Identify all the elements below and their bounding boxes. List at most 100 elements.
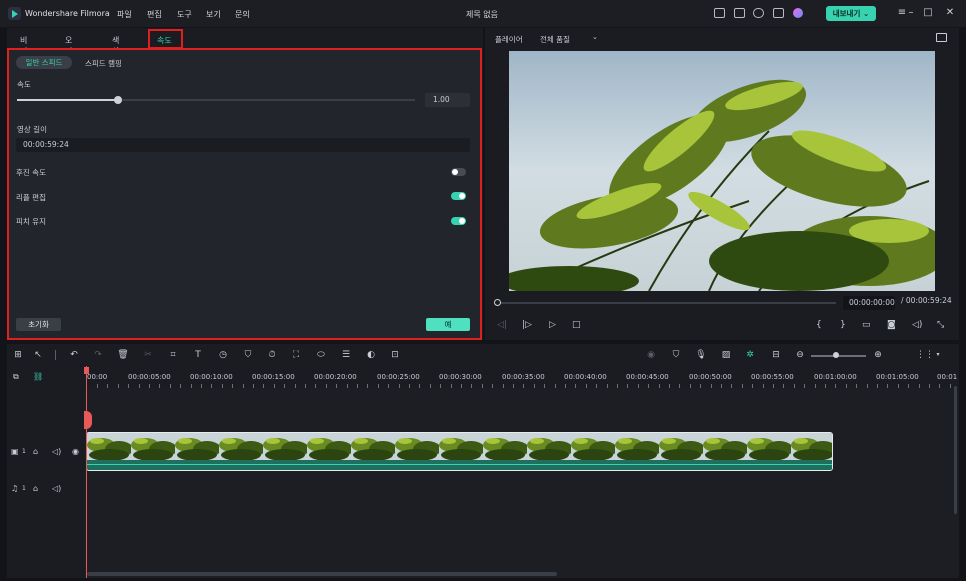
speed-icon[interactable]: ◷ [217, 349, 229, 361]
scrubber-handle[interactable] [494, 299, 501, 306]
play-icon[interactable]: ▷ [549, 320, 556, 330]
reverse-speed-label: 후진 속도 [16, 168, 46, 177]
snap-icon[interactable]: ✲ [744, 349, 756, 361]
ripple-edit-toggle[interactable] [451, 192, 466, 200]
zoom-slider-handle[interactable] [833, 352, 839, 358]
menu-file[interactable]: 파일 [117, 9, 132, 20]
crop-icon[interactable]: ⌗ [167, 349, 179, 361]
ruler-tick [325, 384, 327, 388]
ruler-tick [273, 384, 275, 388]
folder-icon[interactable]: ⌂ [33, 447, 38, 456]
zoom-out-icon[interactable]: ⊖ [794, 349, 806, 361]
ruler-tick [138, 384, 140, 388]
tab-speed[interactable]: 속도 [148, 29, 183, 49]
speed-slider-handle[interactable] [114, 96, 122, 104]
adjust-icon[interactable]: ☰ [340, 349, 352, 361]
ruler-tick [107, 384, 109, 388]
maximize-button[interactable]: □ [922, 7, 934, 19]
delete-icon[interactable]: 🗑 [117, 349, 129, 361]
playback-scrubber[interactable] [497, 302, 836, 304]
ruler-tick [575, 384, 577, 388]
mark-out-icon[interactable]: } [840, 320, 846, 330]
fit-icon[interactable]: ⛶ [290, 349, 302, 361]
cloud-icon[interactable] [753, 8, 764, 18]
speed-value-input[interactable]: 1.00 [425, 93, 470, 107]
cut-icon[interactable]: ✂ [142, 349, 154, 361]
grid-icon[interactable] [773, 8, 784, 18]
ruler-tick [752, 384, 754, 388]
camera-icon[interactable]: ◙ [887, 320, 896, 330]
layout-grid-icon[interactable]: ⊞ [12, 349, 24, 361]
ruler-tick [700, 384, 702, 388]
video-track-icon: ▣ [11, 447, 19, 456]
render-icon[interactable]: ◉ [645, 349, 657, 361]
speaker-icon[interactable]: ◁) [52, 447, 61, 456]
playhead[interactable] [86, 366, 87, 578]
volume-icon[interactable]: ◁) [912, 320, 922, 330]
folder-icon[interactable]: ⌂ [33, 484, 38, 493]
ruler-label: 00:01:00:00 [814, 373, 857, 381]
add-track-icon[interactable]: ⧉ [13, 372, 19, 382]
speed-panel [7, 48, 482, 340]
save-icon[interactable] [734, 8, 745, 18]
vertical-scrollbar[interactable] [954, 386, 957, 514]
select-icon[interactable]: ↖ [32, 349, 44, 361]
keep-pitch-toggle[interactable] [451, 217, 466, 225]
snapshot-icon[interactable] [936, 33, 947, 42]
quality-dropdown[interactable]: 전체 품질 [540, 34, 570, 45]
reset-button[interactable]: 초기화 [16, 318, 61, 331]
normal-speed-tab[interactable]: 일반 스피드 [16, 56, 72, 69]
layout-icon[interactable] [714, 8, 725, 18]
timer-icon[interactable]: ⏱ [266, 349, 278, 361]
stop-icon[interactable]: □ [572, 320, 581, 330]
text-icon[interactable]: T [192, 349, 204, 361]
shield-icon[interactable]: ⛉ [670, 349, 682, 361]
split-icon[interactable]: ⊟ [770, 349, 782, 361]
mark-in-icon[interactable]: { [816, 320, 822, 330]
zoom-in-icon[interactable]: ⊕ [872, 349, 884, 361]
ruler-tick [513, 384, 514, 388]
more-options-icon[interactable]: ⋮⋮ [916, 349, 934, 361]
mic-icon[interactable]: 🎙 [695, 349, 707, 361]
menu-help[interactable]: 문의 [235, 9, 250, 20]
close-button[interactable]: ✕ [944, 7, 956, 19]
menu-view[interactable]: 보기 [206, 9, 221, 20]
chevron-down-icon[interactable]: ⌄ [592, 33, 598, 41]
playhead-handle[interactable] [84, 367, 89, 374]
speaker-icon[interactable]: ◁) [52, 484, 61, 493]
ai-icon[interactable]: ▨ [720, 349, 732, 361]
ruler-tick [648, 384, 650, 388]
video-clip[interactable] [86, 432, 833, 471]
minimize-button[interactable]: – [905, 7, 917, 19]
step-back-icon[interactable]: |▷ [522, 320, 532, 330]
speed-label: 속도 [17, 80, 31, 89]
duration-field[interactable]: 00:00:59:24 [16, 138, 470, 152]
reverse-speed-toggle[interactable] [451, 168, 466, 176]
avatar[interactable] [793, 8, 803, 18]
display-icon[interactable]: ▭ [862, 320, 871, 330]
ok-button[interactable]: 예 [426, 318, 470, 331]
redo-icon[interactable]: ↷ [92, 349, 104, 361]
eye-icon[interactable]: ◉ [72, 447, 79, 456]
menu-edit[interactable]: 편집 [147, 9, 162, 20]
undo-icon[interactable]: ↶ [68, 349, 80, 361]
ruler-tick [159, 384, 161, 388]
ruler-tick [471, 384, 473, 388]
ruler-tick [887, 384, 889, 388]
link-icon[interactable]: ⛓ [33, 372, 43, 381]
ruler-tick [357, 384, 358, 388]
menu-tools[interactable]: 도구 [177, 9, 192, 20]
export-button[interactable]: 내보내기 ⌄ [826, 6, 876, 21]
total-time: / 00:00:59:24 [901, 296, 952, 305]
marker-icon[interactable]: ⛉ [242, 349, 254, 361]
color-match-icon[interactable]: ◐ [365, 349, 377, 361]
playhead-marker[interactable] [84, 411, 92, 429]
chevron-down-icon[interactable]: ▾ [932, 349, 944, 361]
fullscreen-icon[interactable]: ⤡ [937, 320, 944, 330]
speed-ramping-tab[interactable]: 스피드 램핑 [85, 58, 122, 69]
timeline-ruler[interactable]: 00:00 00:00:05:00 00:00:10:00 00:00:15:0… [85, 366, 959, 388]
mask-icon[interactable]: ⬭ [315, 349, 327, 361]
prev-frame-icon[interactable]: ◁| [497, 320, 507, 330]
horizontal-scrollbar[interactable] [87, 572, 557, 576]
audio-stretch-icon[interactable]: ⊡ [389, 349, 401, 361]
